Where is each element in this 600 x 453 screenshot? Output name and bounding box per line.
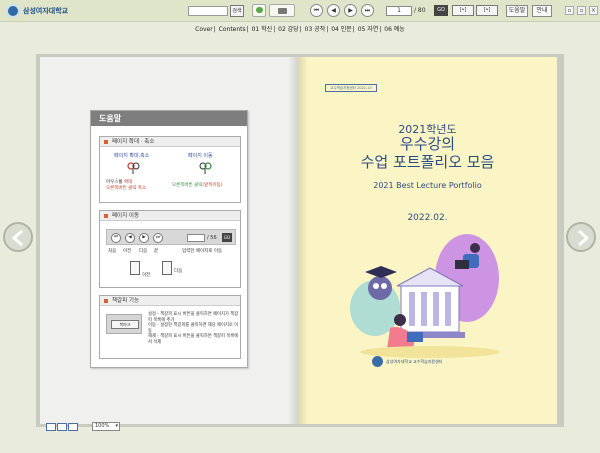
nav-label-next: 다음 xyxy=(139,249,148,254)
toc-link-04[interactable]: 04 인문 xyxy=(330,26,353,33)
nav-label-last: 끝 xyxy=(154,249,159,254)
bookmark-desc: 설정 - 책갈피 표시 버튼을 클릭하면 페이지가 책갈피 목록에 추가 이동 … xyxy=(148,312,240,345)
prev-label: 이전 xyxy=(142,273,151,278)
zoom-subtitle: 페이지 확대,축소 xyxy=(114,153,150,159)
bookmark-desc-line: 이동 - 설정된 책갈피를 클릭하면 해당 페이지로 이동 xyxy=(148,323,239,334)
toc-link-contents[interactable]: Contents xyxy=(218,26,247,33)
nav-sample: ⏮ ◀ ▶ ⏭ / 56 GO xyxy=(106,229,236,245)
prev-page-button[interactable]: ◀ xyxy=(327,4,340,17)
sample-total: / 56 xyxy=(207,235,217,241)
book-spine xyxy=(288,57,308,424)
zoom-select[interactable]: 100% xyxy=(92,422,120,431)
last-icon: ⏭ xyxy=(153,233,163,243)
cover-date: 2022.02. xyxy=(407,213,448,223)
last-page-button[interactable]: ⏭ xyxy=(361,4,374,17)
cover-title-line: 수업 포트폴리오 모음 xyxy=(360,153,495,171)
cover-subtitle: 2021 Best Lecture Portfolio xyxy=(373,181,482,190)
section-title: 페이지 이동 xyxy=(100,211,240,221)
logo-name: 삼성여자대학교 xyxy=(23,6,69,15)
move-subtitle: 페이지 이동 xyxy=(188,153,213,159)
toc-link-cover[interactable]: Cover xyxy=(194,26,214,33)
toolbar: 삼성여자대학교 검색 ⏮ ◀ ▶ ⏭ 1 / 80 GO [•] [•] 도움말… xyxy=(0,0,600,22)
maximize-icon[interactable]: ▫ xyxy=(577,6,586,15)
bookmark-sample-button: 북마크 xyxy=(111,320,139,329)
move-desc: 오른쪽버튼 클릭(앞뒤이동) xyxy=(172,183,223,188)
next-arrow-icon[interactable] xyxy=(566,222,596,252)
prev-arrow-icon[interactable] xyxy=(3,222,33,252)
sample-go: GO xyxy=(222,233,232,242)
section-title: 페이지 확대 · 축소 xyxy=(100,137,240,147)
zoom-desc: 마우스휠 확대 오른쪽버튼 클릭 축소 xyxy=(106,180,147,191)
search-button[interactable]: 검색 xyxy=(230,5,244,17)
cover-organization: 삼성여자대학교 교수학습지원센터 xyxy=(372,356,492,368)
cover-tag: 교수학습지원센터 2021-13 xyxy=(325,84,377,92)
sample-page-input xyxy=(187,234,205,242)
help-section-navigation: 페이지 이동 ⏮ ◀ ▶ ⏭ / 56 GO 처음 이전 다음 끝 입력한 페이… xyxy=(99,210,241,288)
bookmark-desc-line: 설정 - 책갈피 표시 버튼을 클릭하면 페이지가 책갈피 목록에 추가 xyxy=(148,312,239,323)
cover-illustration xyxy=(350,234,500,358)
minimize-icon[interactable]: ▫ xyxy=(565,6,574,15)
search-input[interactable] xyxy=(188,6,228,16)
help-panel: 도움말 페이지 확대 · 축소 페이지 확대,축소 마우스휠 확대 오른쪽버튼 … xyxy=(90,110,248,368)
close-icon[interactable]: × xyxy=(589,6,598,15)
cover-title-line: 우수강의 xyxy=(399,135,456,153)
help-button[interactable]: 도움말 xyxy=(506,5,528,17)
bookmark-icon[interactable] xyxy=(252,4,266,17)
single-page-view-icon[interactable] xyxy=(46,423,56,431)
toc-link-06[interactable]: 06 예능 xyxy=(383,26,406,33)
print-icon[interactable] xyxy=(269,4,295,17)
toc-link-05[interactable]: 05 자연 xyxy=(357,26,380,33)
bookmark-sample: 북마크 xyxy=(106,314,142,334)
university-logo: 삼성여자대학교 xyxy=(6,3,68,19)
toc-link-03[interactable]: 03 공작 xyxy=(304,26,327,33)
section-title: 책갈피 기능 xyxy=(100,296,240,306)
logo-emblem-icon xyxy=(6,4,20,18)
help-section-bookmark: 책갈피 기능 북마크 설정 - 책갈피 표시 버튼을 클릭하면 페이지가 책갈피… xyxy=(99,295,241,359)
page-number-input[interactable]: 1 xyxy=(386,6,412,16)
toc-link-02[interactable]: 02 감당 xyxy=(277,26,300,33)
contents-menu: Cover| Contents| 01 학신| 02 감당| 03 공작| 04… xyxy=(194,26,406,33)
view-mode-selector xyxy=(46,423,82,431)
page-icon xyxy=(162,261,172,275)
next-label: 다음 xyxy=(174,269,183,274)
help-section-zoom: 페이지 확대 · 축소 페이지 확대,축소 마우스휠 확대 오른쪽버튼 클릭 축… xyxy=(99,136,241,203)
mouse-icon xyxy=(127,162,140,174)
page-icon xyxy=(130,261,140,275)
university-emblem-icon xyxy=(372,356,383,367)
nav-label-input: 입력한 페이지로 이동 xyxy=(182,249,223,254)
next-page-button[interactable]: ▶ xyxy=(344,4,357,17)
mouse-click-icon xyxy=(199,162,212,174)
first-icon: ⏮ xyxy=(111,233,121,243)
page-total: / 80 xyxy=(414,7,426,14)
bookmark-desc-line: 해제 - 책갈피 표시 버튼을 클릭하면 책갈피 목록에서 삭제 xyxy=(148,334,239,345)
guide-button[interactable]: 안내 xyxy=(532,5,552,17)
help-title: 도움말 xyxy=(91,111,247,126)
cover-title: 우수강의 수업 포트폴리오 모음 xyxy=(298,135,557,171)
nav-label-first: 처음 xyxy=(108,249,117,254)
thumbnail-view-icon[interactable] xyxy=(68,423,78,431)
nav-label-prev: 이전 xyxy=(123,249,132,254)
next-icon: ▶ xyxy=(139,233,149,243)
toc-link-01[interactable]: 01 학신 xyxy=(251,26,274,33)
double-view-button[interactable]: [•] xyxy=(476,5,498,16)
go-button[interactable]: GO xyxy=(434,5,448,16)
prev-icon: ◀ xyxy=(125,233,135,243)
first-page-button[interactable]: ⏮ xyxy=(310,4,323,17)
single-view-button[interactable]: [•] xyxy=(452,5,474,16)
cover-org-name: 삼성여자대학교 교수학습지원센터 xyxy=(386,359,443,364)
double-page-view-icon[interactable] xyxy=(57,423,67,431)
